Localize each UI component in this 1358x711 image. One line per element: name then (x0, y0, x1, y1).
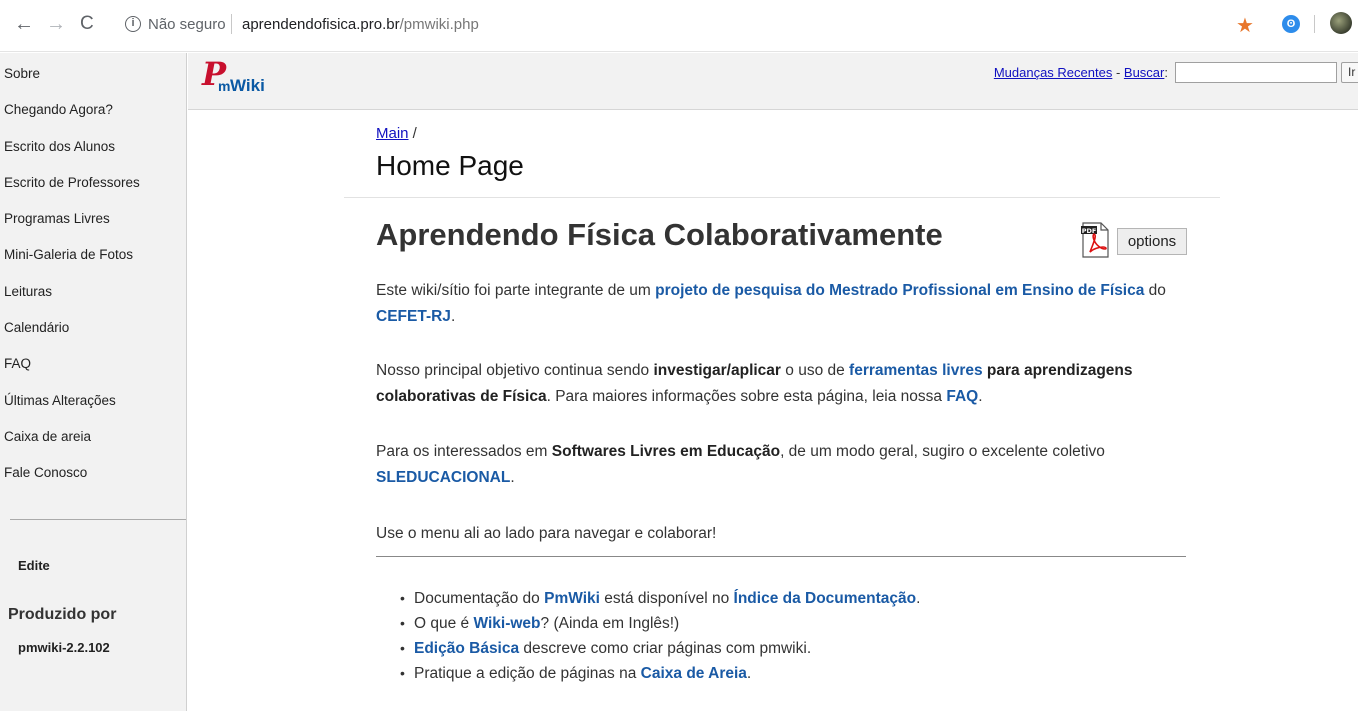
sidebar-item-fale-conosco[interactable]: Fale Conosco (4, 463, 140, 499)
objective-text-1: Nosso principal objetivo continua sendo (376, 362, 654, 379)
objective-bold-1: investigar/aplicar (653, 362, 781, 379)
wiki-header: P m Wiki Mudanças Recentes - Buscar: Ir (188, 53, 1358, 110)
bullet-text: Pratique a edição de páginas na (414, 665, 641, 682)
bullet-text: descreve como criar páginas com pmwiki. (519, 640, 812, 657)
sidebar-item-calendario[interactable]: Calendário (4, 318, 140, 354)
url-domain: aprendendofisica.pro.br (242, 16, 400, 33)
free-software-paragraph: Para os interessados em Softwares Livres… (376, 439, 1196, 491)
sidebar-item-ultimas-alteracoes[interactable]: Últimas Alterações (4, 391, 140, 427)
header-links: Mudanças Recentes - Buscar: (994, 65, 1168, 80)
sidebar-item-programas-livres[interactable]: Programas Livres (4, 209, 140, 245)
address-divider (231, 14, 232, 34)
navigation-hint: Use o menu ali ao lado para navegar e co… (376, 525, 717, 542)
search-colon: : (1164, 65, 1168, 80)
browser-toolbar: ← → C i Não seguro aprendendofisica.pro.… (0, 0, 1358, 52)
free-tools-link[interactable]: ferramentas livres (849, 362, 983, 379)
cefet-rj-link[interactable]: CEFET-RJ (376, 308, 451, 325)
intro-text-3: . (450, 308, 456, 325)
faq-link[interactable]: FAQ (946, 388, 978, 405)
search-go-button[interactable]: Ir (1341, 62, 1358, 83)
objective-text-5: . (978, 388, 983, 405)
research-project-link[interactable]: projeto de pesquisa do Mestrado Profissi… (655, 282, 1144, 299)
search-input[interactable] (1175, 62, 1337, 83)
sandbox-link[interactable]: Caixa de Areia (641, 665, 747, 682)
bullet-text: . (916, 590, 921, 607)
extension-icon[interactable]: ʘ (1282, 15, 1300, 33)
software-bold-1: Softwares Livres em Educação (551, 443, 781, 460)
sleducacional-link[interactable]: SLEDUCACIONAL (376, 469, 510, 486)
toolbar-divider (1314, 15, 1315, 33)
sidebar-item-escrito-professores[interactable]: Escrito de Professores (4, 173, 140, 209)
produced-by-heading: Produzido por (8, 606, 117, 623)
sidebar-item-caixa-de-areia[interactable]: Caixa de areia (4, 427, 140, 463)
title-divider (344, 197, 1220, 198)
documentation-index-link[interactable]: Índice da Documentação (734, 590, 917, 607)
objective-paragraph: Nosso principal objetivo continua sendo … (376, 358, 1196, 410)
software-text-3: . (510, 469, 515, 486)
logo-m: m (218, 78, 231, 94)
breadcrumb-separator: / (408, 125, 417, 142)
logo-p: P (202, 55, 227, 93)
search-link[interactable]: Buscar (1124, 65, 1164, 80)
sidebar-menu: Sobre Chegando Agora? Escrito dos Alunos… (4, 64, 140, 500)
recent-changes-link[interactable]: Mudanças Recentes (994, 65, 1113, 80)
sidebar-item-sobre[interactable]: Sobre (4, 64, 140, 100)
address-bar[interactable]: aprendendofisica.pro.br/pmwiki.php (242, 16, 479, 33)
pmwiki-link[interactable]: PmWiki (544, 590, 600, 607)
pmwiki-version-link[interactable]: pmwiki-2.2.102 (18, 640, 110, 655)
list-item: Documentação do PmWiki está disponível n… (400, 586, 920, 611)
breadcrumb: Main / (376, 125, 417, 142)
bullet-text: . (746, 665, 752, 682)
objective-text-4: . Para maiores informações sobre esta pá… (546, 388, 947, 405)
logo-wiki: Wiki (230, 76, 265, 95)
back-arrow-icon[interactable]: ← (14, 14, 34, 34)
bullet-text: Documentação do (414, 590, 545, 607)
list-item: Edição Básica descreve como criar página… (400, 636, 920, 661)
bullet-text: está disponível no (599, 590, 734, 607)
documentation-list: Documentação do PmWiki está disponível n… (400, 586, 920, 686)
site-info-icon[interactable]: i (125, 16, 141, 32)
software-text-2: , de um modo geral, sugiro o excelente c… (780, 443, 1105, 460)
bookmark-star-icon[interactable]: ★ (1236, 13, 1254, 38)
reload-icon[interactable]: C (80, 14, 94, 34)
sidebar-item-escrito-alunos[interactable]: Escrito dos Alunos (4, 137, 140, 173)
content-divider (376, 556, 1186, 557)
bullet-text: ? (Ainda em Inglês!) (540, 615, 680, 632)
software-text-1: Para os interessados em (376, 443, 552, 460)
sidebar-item-leituras[interactable]: Leituras (4, 282, 140, 318)
wiki-web-link[interactable]: Wiki-web (473, 615, 540, 632)
sidebar-item-faq[interactable]: FAQ (4, 354, 140, 390)
sidebar-divider (10, 519, 186, 520)
intro-text-2: do (1144, 282, 1166, 299)
sidebar-item-mini-galeria[interactable]: Mini-Galeria de Fotos (4, 245, 140, 281)
sidebar-item-chegando-agora[interactable]: Chegando Agora? (4, 100, 140, 136)
main-heading: Aprendendo Física Colaborativamente (376, 217, 943, 252)
url-path: /pmwiki.php (399, 16, 479, 33)
header-link-separator: - (1112, 65, 1124, 80)
sidebar: Sobre Chegando Agora? Escrito dos Alunos… (0, 53, 187, 711)
objective-text-2: o uso de (780, 362, 850, 379)
intro-text-1: Este wiki/sítio foi parte integrante de … (376, 282, 656, 299)
page-title: Home Page (376, 150, 524, 181)
list-item: Pratique a edição de páginas na Caixa de… (400, 661, 920, 686)
edit-sidebar-link[interactable]: Edite (18, 558, 50, 573)
security-label[interactable]: Não seguro (148, 16, 226, 33)
bullet-text: O que é (414, 615, 474, 632)
basic-editing-link[interactable]: Edição Básica (414, 640, 519, 657)
forward-arrow-icon[interactable]: → (46, 14, 66, 34)
profile-avatar[interactable] (1330, 12, 1352, 34)
list-item: O que é Wiki-web? (Ainda em Inglês!) (400, 611, 920, 636)
options-button[interactable]: options (1117, 228, 1187, 255)
pdf-icon[interactable]: PDF (1080, 222, 1110, 258)
breadcrumb-main-link[interactable]: Main (376, 125, 409, 142)
intro-paragraph: Este wiki/sítio foi parte integrante de … (376, 278, 1196, 330)
